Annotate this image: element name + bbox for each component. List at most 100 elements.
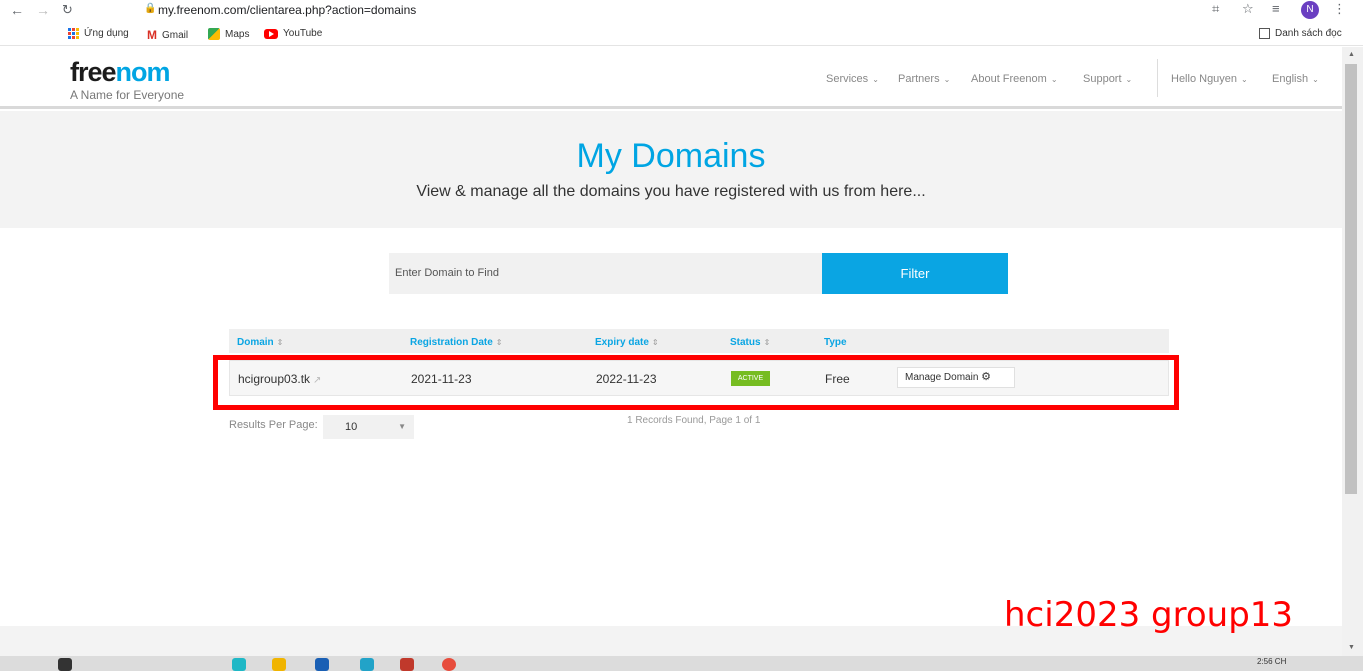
external-link-icon[interactable]: ↗ [313,375,321,386]
registration-date-cell: 2021-11-23 [411,372,472,386]
sort-icon: ⇕ [495,338,503,347]
status-badge: ACTIVE [731,371,770,386]
chevron-down-icon: ⌄ [1050,75,1058,84]
lock-icon[interactable]: 🔒 [144,3,156,14]
youtube-icon [264,28,278,39]
reload-icon[interactable]: ↻ [62,2,73,18]
gear-icon: ⚙ [981,371,992,383]
type-cell: Free [825,372,850,386]
chrome-icon[interactable] [442,658,456,671]
column-domain[interactable]: Domain ⇕ [237,337,283,348]
results-per-page-select[interactable]: 10 ▼ [323,415,414,439]
chevron-down-icon: ⌄ [1241,75,1248,84]
domain-name: hcigroup03.tk [238,372,311,386]
domains-table-header: Domain ⇕ Registration Date ⇕ Expiry date ⇕ … [229,329,1169,353]
media-icon[interactable]: ≡ [1272,1,1280,16]
translate-icon[interactable]: ⌗ [1212,1,1219,17]
domain-search-input[interactable]: Enter Domain to Find [389,253,822,294]
language-label: English [1272,73,1309,85]
filter-button[interactable]: Filter [822,253,1008,294]
reading-list-icon [1259,28,1270,39]
column-expiry-date[interactable]: Expiry date ⇕ [595,337,659,348]
column-status[interactable]: Status ⇕ [730,337,770,348]
maps-icon [208,28,220,40]
bookmark-label: Gmail [162,29,189,41]
page-title: My Domains [576,137,766,175]
profile-avatar[interactable]: N [1301,1,1319,19]
freenom-logo[interactable]: freenom [70,57,171,88]
column-type: Type [824,337,847,348]
caret-down-icon: ▼ [398,422,406,431]
column-registration-date[interactable]: Registration Date ⇕ [410,337,503,348]
taskbar-app-icon[interactable] [315,658,329,671]
bookmark-gmail[interactable]: M Gmail [147,28,188,42]
scroll-down-icon[interactable]: ▼ [1348,644,1355,651]
apps-grid-icon [68,28,79,39]
column-label: Status [730,337,761,348]
menu-support[interactable]: Support ⌄ [1083,73,1132,85]
watermark-text: hci2023 group13 [1004,595,1294,635]
expiry-date-cell: 2022-11-23 [596,372,657,386]
sort-icon: ⇕ [276,338,284,347]
reading-list[interactable]: Danh sách đọc [1259,28,1342,39]
scroll-up-icon[interactable]: ▲ [1348,51,1355,58]
site-header: freenom A Name for Everyone Services ⌄ Pa… [0,47,1342,109]
start-icon[interactable] [58,658,72,671]
column-label: Expiry date [595,337,649,348]
menu-label: About Freenom [971,73,1047,85]
chevron-down-icon: ⌄ [872,75,879,84]
results-per-page-label: Results Per Page: [229,419,318,431]
menu-dots-icon[interactable]: ⋮ [1333,1,1346,17]
address-bar[interactable]: my.freenom.com/clientarea.php?action=dom… [158,3,416,17]
menu-services[interactable]: Services ⌄ [826,73,879,85]
sort-icon: ⇕ [763,338,771,347]
bookmark-label: YouTube [283,28,323,39]
column-label: Registration Date [410,337,493,348]
logo-text-nom: nom [115,57,171,87]
user-menu[interactable]: Hello Nguyen ⌄ [1171,73,1248,85]
bookmark-label: Ứng dụng [84,28,129,39]
column-label: Domain [237,337,274,348]
scroll-thumb[interactable] [1345,64,1357,494]
menu-about[interactable]: About Freenom ⌄ [971,73,1058,85]
bookmark-apps[interactable]: Ứng dụng [68,28,129,39]
records-count: 1 Records Found, Page 1 of 1 [627,415,761,426]
bookmark-maps[interactable]: Maps [208,28,249,40]
bookmark-youtube[interactable]: YouTube [264,28,322,39]
sort-icon: ⇕ [651,338,659,347]
menu-label: Support [1083,73,1122,85]
domain-link[interactable]: hcigroup03.tk ↗ [238,372,321,386]
browser-toolbar: ← → ↻ 🔒 my.freenom.com/clientarea.php?ac… [0,0,1363,22]
taskbar-app-icon[interactable] [360,658,374,671]
taskbar-clock: 2:56 CH [1257,657,1287,666]
hero-banner: My Domains View & manage all the domains… [0,111,1342,228]
page-subtitle: View & manage all the domains you have r… [416,183,926,200]
gmail-icon: M [147,28,157,42]
forward-icon[interactable]: → [36,2,50,18]
user-greeting: Hello Nguyen [1171,73,1238,85]
manage-domain-button[interactable]: Manage Domain ⚙ [897,367,1015,388]
bookmark-label: Maps [225,28,250,40]
menu-partners[interactable]: Partners ⌄ [898,73,950,85]
manage-domain-label: Manage Domain [905,372,979,383]
tagline: A Name for Everyone [70,88,185,102]
chevron-down-icon: ⌄ [1312,75,1319,84]
menu-divider [1157,59,1158,97]
os-taskbar: 2:56 CH [0,656,1363,671]
back-icon[interactable]: ← [10,2,24,18]
menu-label: Partners [898,73,940,85]
taskbar-app-icon[interactable] [232,658,246,671]
logo-text-free: free [70,57,117,87]
reading-list-label: Danh sách đọc [1275,28,1342,39]
chevron-down-icon: ⌄ [943,75,951,84]
page-scrollbar[interactable]: ▲ ▼ [1342,47,1363,656]
taskbar-app-icon[interactable] [400,658,414,671]
bookmark-star-icon[interactable]: ☆ [1242,1,1254,17]
chevron-down-icon: ⌄ [1125,75,1133,84]
language-menu[interactable]: English ⌄ [1272,73,1319,85]
results-per-page-value: 10 [345,421,358,433]
menu-label: Services [826,73,869,85]
folder-icon[interactable] [272,658,286,671]
table-row: hcigroup03.tk ↗ 2021-11-23 2022-11-23 ACT… [229,360,1169,396]
bookmarks-bar: Ứng dụng M Gmail Maps YouTube Danh sách … [0,22,1363,46]
